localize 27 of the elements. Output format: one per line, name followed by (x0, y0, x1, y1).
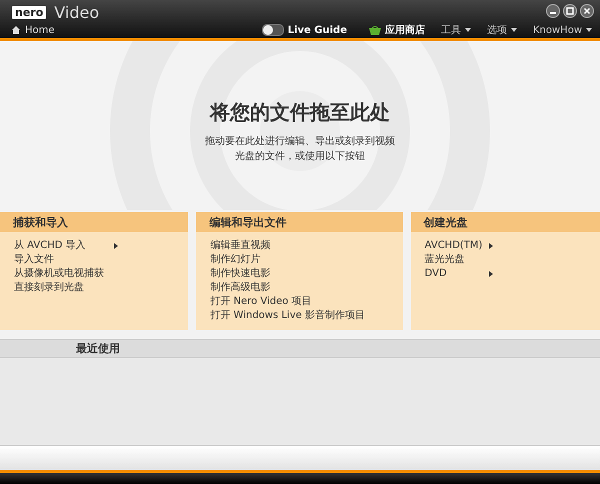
store-button[interactable]: 应用商店 (384, 23, 425, 37)
panel-item[interactable]: 打开 Nero Video 项目 (210, 295, 389, 309)
drop-instructions: 拖动要在此处进行编辑、导出或刻录到视频光盘的文件，或使用以下按钮 (205, 134, 395, 164)
panel-title: 创建光盘 (410, 212, 600, 232)
menu-button[interactable]: KnowHow (532, 24, 582, 36)
panel-item[interactable]: DVD (424, 267, 586, 281)
drop-heading: 将您的文件拖至此处 (210, 99, 390, 126)
panel-item[interactable]: 制作幻灯片 (210, 253, 389, 267)
panel-item[interactable]: 编辑垂直视频 (210, 239, 389, 253)
panel-item[interactable]: AVCHD(TM) (424, 239, 586, 253)
panel-item[interactable]: 蓝光光盘 (424, 253, 586, 267)
live-guide-label: Live Guide (288, 24, 347, 36)
panel-item[interactable]: 从摄像机或电视捕获 (14, 267, 174, 281)
home-link[interactable]: Home (25, 24, 55, 36)
panel-item[interactable]: 打开 Windows Live 影音制作项目 (210, 309, 389, 323)
panel-item[interactable]: 制作快速电影 (210, 267, 389, 281)
menu-button[interactable]: 选项 (486, 23, 507, 37)
panel-title: 捕获和导入 (0, 212, 188, 232)
panel-item[interactable]: 从 AVCHD 导入 (14, 239, 174, 253)
panel-item[interactable]: 直接刻录到光盘 (14, 281, 174, 295)
panel-title: 编辑和导出文件 (196, 212, 403, 232)
window-title: Video (54, 3, 100, 22)
panel-item[interactable]: 制作高级电影 (210, 281, 389, 295)
recent-title: 最近使用 (76, 341, 120, 356)
menu-button[interactable]: 工具 (440, 23, 461, 37)
panel-item[interactable]: 导入文件 (14, 253, 174, 267)
app-logo: nero (12, 6, 46, 19)
